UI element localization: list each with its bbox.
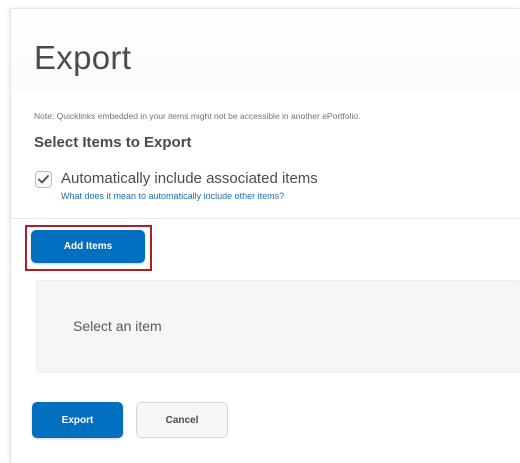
export-dialog: Export Note: Quicklinks embedded in your… — [10, 8, 520, 463]
checkmark-icon — [38, 175, 49, 184]
selected-items-panel: Select an item — [36, 280, 520, 373]
cancel-button[interactable]: Cancel — [136, 402, 228, 438]
page-title: Export — [34, 39, 132, 76]
title-band: Export — [11, 9, 520, 93]
auto-include-help-link[interactable]: What does it mean to automatically inclu… — [61, 191, 284, 201]
section-title: Select Items to Export — [34, 134, 192, 151]
select-item-placeholder: Select an item — [73, 318, 162, 334]
quicklinks-note: Note: Quicklinks embedded in your items … — [34, 111, 361, 121]
auto-include-checkbox[interactable] — [35, 171, 52, 188]
export-button[interactable]: Export — [32, 402, 123, 438]
auto-include-label[interactable]: Automatically include associated items — [61, 170, 318, 187]
add-items-button[interactable]: Add Items — [31, 230, 145, 263]
divider — [11, 218, 520, 219]
